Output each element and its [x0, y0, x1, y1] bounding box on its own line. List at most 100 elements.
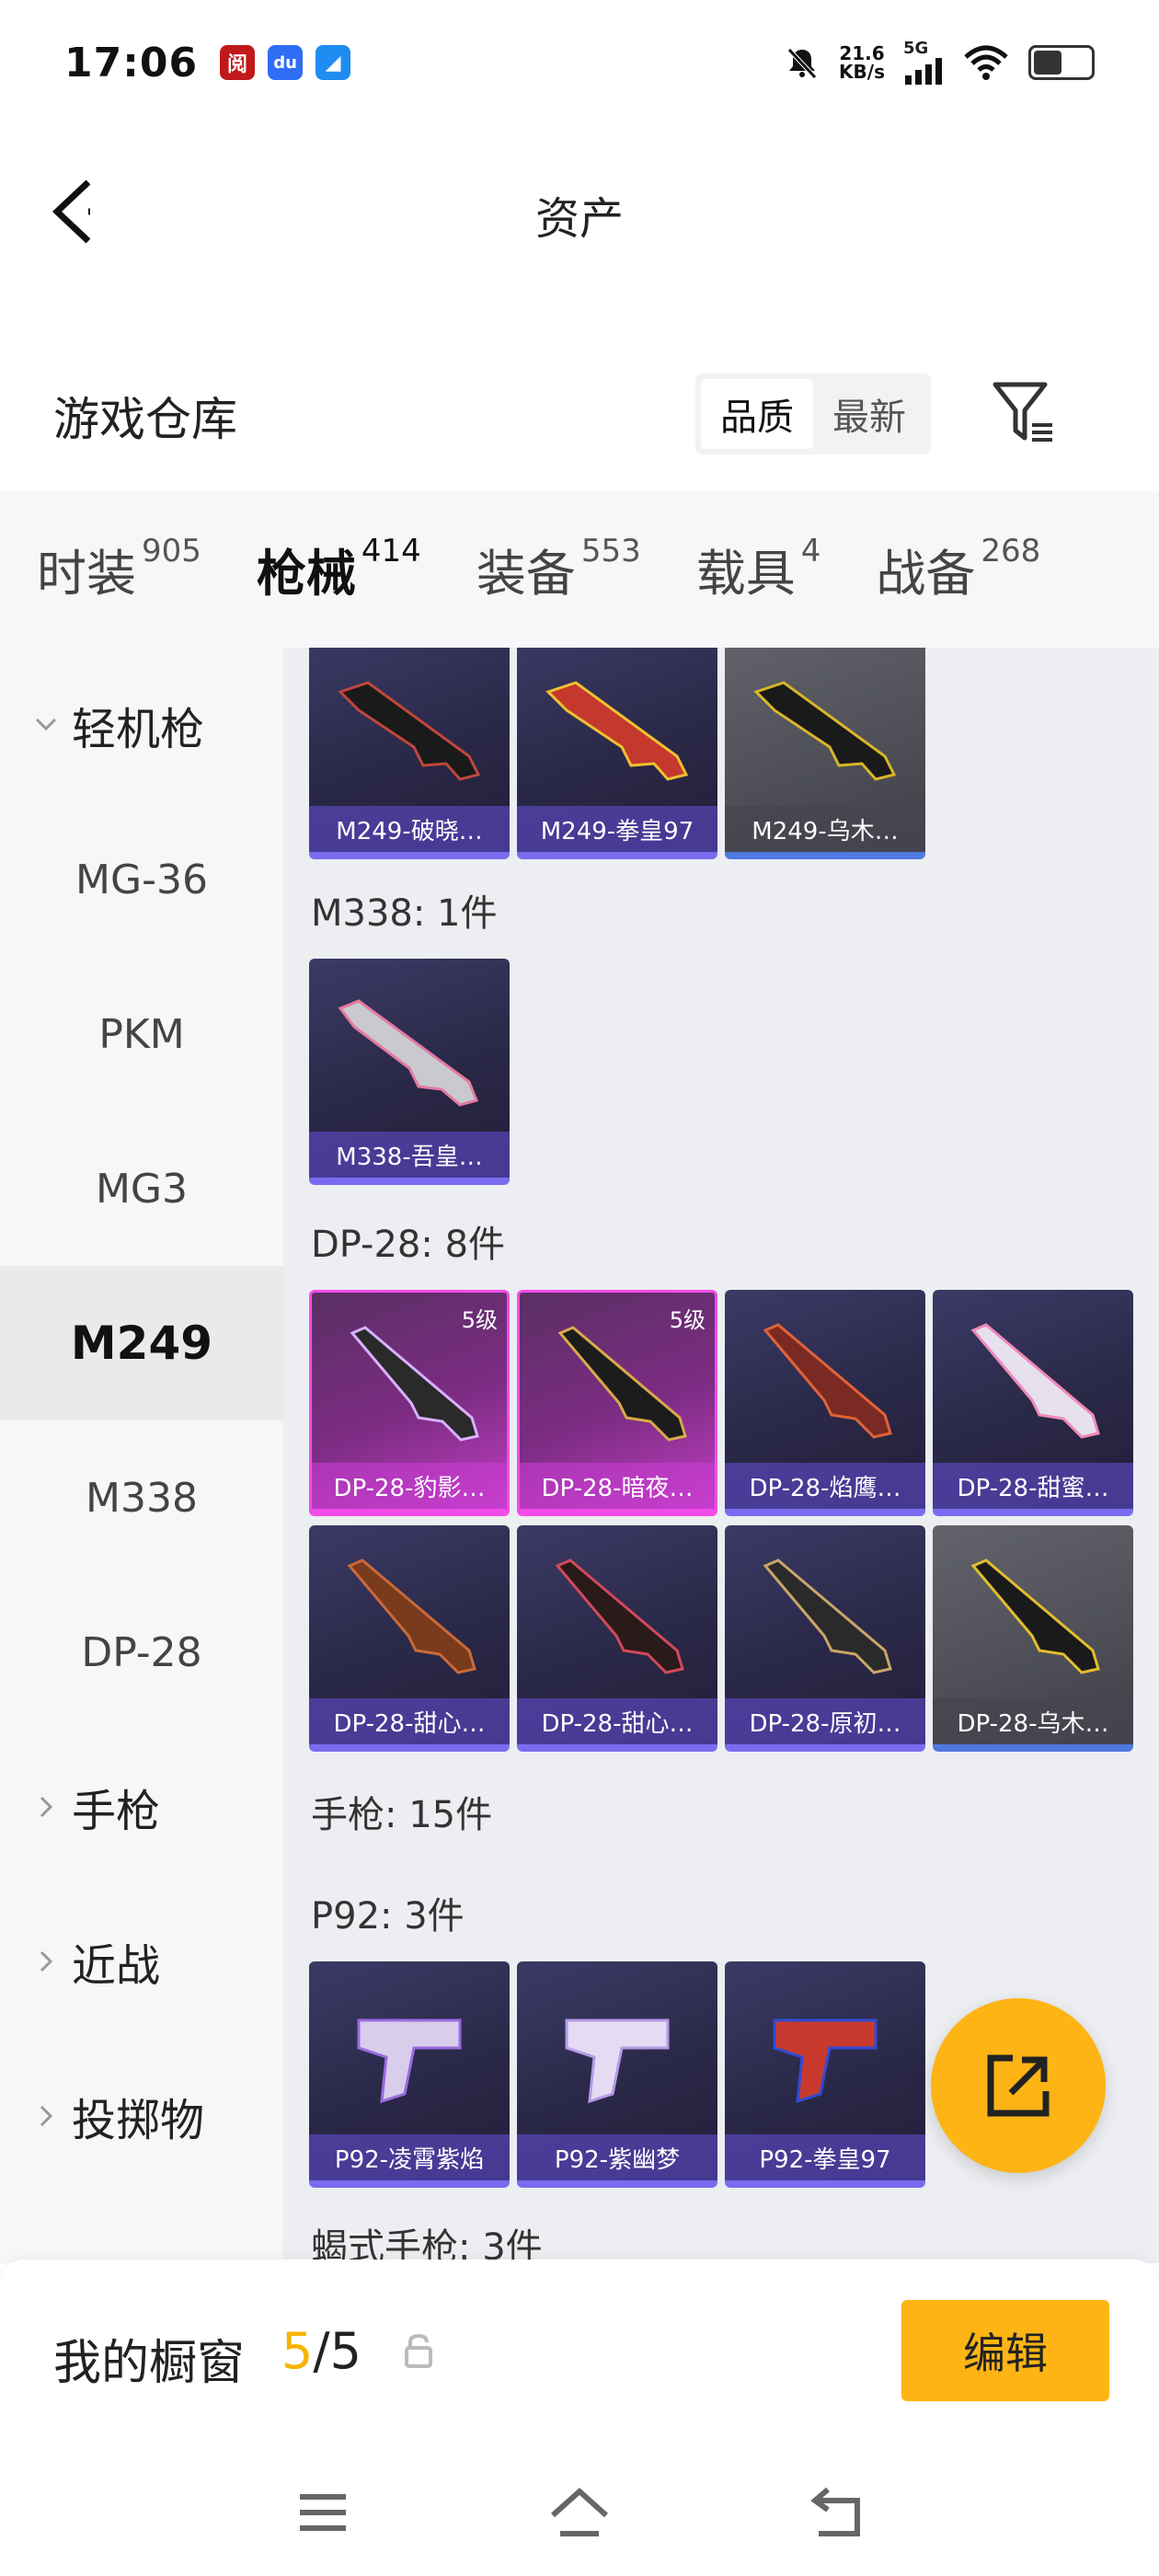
edit-button[interactable]: 编辑: [901, 2300, 1109, 2401]
item-card[interactable]: DP-28-甜蜜…: [933, 1290, 1133, 1516]
share-button[interactable]: [931, 1998, 1106, 2173]
share-icon: [987, 2054, 1050, 2117]
mute-bell-icon: [787, 48, 817, 79]
pistol-image: [565, 2018, 670, 2104]
sidebar-item-label: MG-36: [75, 856, 208, 903]
wifi-icon: [964, 45, 1008, 80]
sidebar-item-throwable[interactable]: 投掷物: [0, 2039, 283, 2193]
item-card[interactable]: P92-凌霄紫焰: [309, 1961, 510, 2188]
sort-toggle: 品质 最新: [695, 374, 931, 454]
item-card[interactable]: P92-紫幽梦: [517, 1961, 717, 2188]
net-speed-value: 21.6: [839, 42, 885, 64]
item-card[interactable]: DP-28-甜心…: [517, 1525, 717, 1752]
tab-vehicles[interactable]: 载具 4: [696, 533, 821, 606]
header: 资产: [0, 156, 1159, 267]
battery-icon: [1028, 45, 1095, 80]
rifle-image: [555, 1558, 684, 1674]
item-name: DP-28-甜心…: [309, 1698, 510, 1744]
tab-supplies[interactable]: 战备 268: [876, 533, 1040, 606]
rifle-image: [338, 681, 481, 781]
page-title: 资产: [534, 193, 624, 245]
item-name: DP-28-焰鹰…: [725, 1463, 925, 1509]
sidebar-item-mg36[interactable]: MG-36: [0, 802, 283, 957]
item-name: DP-28-豹影…: [312, 1463, 507, 1509]
item-name: P92-拳皇97: [725, 2134, 925, 2180]
item-name: M249-拳皇97: [517, 806, 717, 852]
sidebar-item-label: M249: [70, 1317, 213, 1370]
sidebar-item-label: 手枪: [72, 1786, 161, 1837]
item-name: P92-凌霄紫焰: [309, 2134, 510, 2180]
status-right: 21.6 KB/s 5G: [784, 40, 1095, 85]
item-card[interactable]: M249-乌木…: [725, 648, 925, 859]
item-card[interactable]: DP-28-原初…: [725, 1525, 925, 1752]
item-card[interactable]: P92-拳皇97: [725, 1961, 925, 2188]
sidebar-item-pkm[interactable]: PKM: [0, 957, 283, 1111]
tab-guns[interactable]: 枪械 414: [257, 533, 421, 660]
item-name: M338-吾皇…: [309, 1132, 510, 1178]
warehouse-title: 游戏仓库: [53, 393, 237, 446]
tab-label: 装备: [476, 545, 576, 603]
tab-equipment[interactable]: 装备 553: [476, 533, 641, 606]
battery-fill: [1034, 51, 1061, 75]
chevron-right-icon: [40, 1950, 53, 1972]
home-icon[interactable]: [547, 2480, 612, 2545]
item-card[interactable]: M249-拳皇97: [517, 648, 717, 859]
chevron-right-icon: [40, 2105, 53, 2127]
rifle-image: [338, 999, 479, 1107]
section-label-m338: M338: 1件: [311, 892, 498, 935]
app-icon-red: 阅: [220, 45, 256, 80]
tab-count: 553: [580, 533, 641, 569]
sidebar-item-label: 近战: [72, 1940, 161, 1992]
tab-fashion[interactable]: 时装 905: [37, 533, 201, 606]
item-card[interactable]: M249-破晓…: [309, 648, 510, 859]
rifle-image: [350, 1326, 479, 1442]
sidebar-item-pistol[interactable]: 手枪: [0, 1730, 283, 1884]
tab-label: 战备: [876, 545, 976, 603]
item-name: DP-28-乌木…: [933, 1698, 1133, 1744]
item-name: DP-28-甜心…: [517, 1698, 717, 1744]
sidebar-item-lmg[interactable]: 轻机枪: [0, 648, 283, 802]
rifle-image: [970, 1558, 1100, 1674]
showcase-total: 5: [329, 2322, 361, 2380]
rifle-image: [763, 1558, 892, 1674]
section-label-p92: P92: 3件: [311, 1895, 465, 1938]
showcase-separator: /: [313, 2322, 330, 2380]
rifle-image: [970, 1323, 1100, 1439]
tab-count: 4: [800, 533, 821, 569]
sort-option-newest[interactable]: 最新: [813, 379, 925, 449]
item-card[interactable]: DP-28-乌木…: [933, 1525, 1133, 1752]
item-card[interactable]: 5级 DP-28-豹影…: [309, 1290, 510, 1516]
sidebar-item-m338[interactable]: M338: [0, 1420, 283, 1575]
sidebar-item-dp28[interactable]: DP-28: [0, 1575, 283, 1730]
item-name: DP-28-暗夜…: [520, 1463, 715, 1509]
item-card[interactable]: M338-吾皇…: [309, 959, 510, 1185]
network-type: 5G: [903, 39, 929, 58]
sort-option-quality[interactable]: 品质: [701, 379, 813, 449]
showcase-count: 5/5: [281, 2322, 361, 2380]
rifle-image: [545, 681, 689, 781]
item-card[interactable]: DP-28-甜心…: [309, 1525, 510, 1752]
lock-icon: [405, 2333, 432, 2368]
item-card[interactable]: 5级 DP-28-暗夜…: [517, 1290, 717, 1516]
sidebar-item-label: M338: [86, 1474, 198, 1522]
filter-icon[interactable]: [992, 377, 1058, 451]
back-nav-icon[interactable]: [806, 2480, 870, 2545]
system-nav-bar: [0, 2444, 1159, 2576]
warehouse-row: 游戏仓库 品质 最新: [0, 366, 1159, 467]
sidebar-item-melee[interactable]: 近战: [0, 1884, 283, 2039]
sidebar-item-label: MG3: [95, 1165, 189, 1213]
status-time: 17:06: [64, 39, 199, 86]
showcase-current: 5: [281, 2322, 314, 2380]
sidebar-item-m249[interactable]: M249: [0, 1266, 283, 1420]
category-tabs: 时装 905 枪械 414 装备 553 载具 4 战备 268: [0, 491, 1159, 660]
rifle-image: [753, 681, 897, 781]
item-name: M249-破晓…: [309, 806, 510, 852]
app-icon-blue: ◢: [316, 45, 351, 80]
menu-icon[interactable]: [291, 2480, 355, 2545]
signal-group: 5G: [903, 40, 944, 85]
tab-count: 905: [142, 533, 201, 569]
net-speed: 21.6 KB/s: [839, 44, 885, 81]
item-card[interactable]: DP-28-焰鹰…: [725, 1290, 925, 1516]
tab-count: 414: [361, 533, 421, 569]
sidebar-item-mg3[interactable]: MG3: [0, 1111, 283, 1266]
